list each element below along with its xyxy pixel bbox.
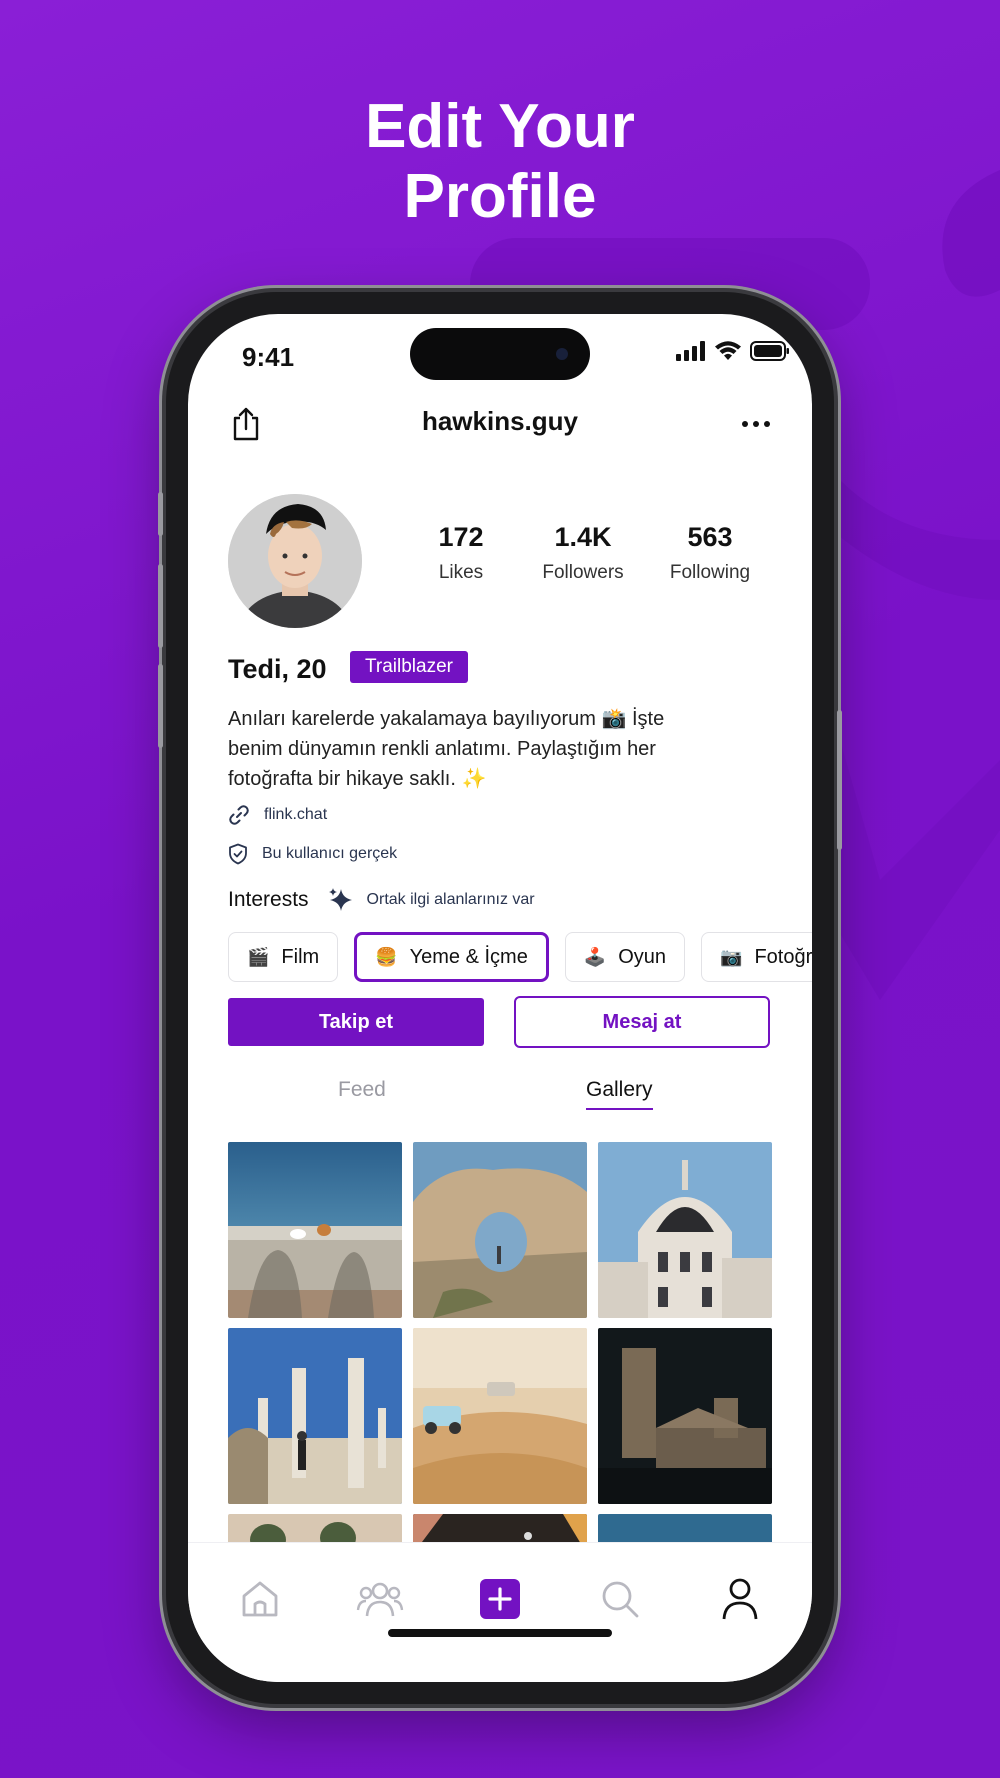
- add-icon: [480, 1579, 520, 1619]
- interest-chips: 🎬 Film 🍔 Yeme & İçme 🕹️ Oyun 📷 Fotoğraf: [228, 932, 812, 982]
- nav-add[interactable]: [470, 1569, 530, 1629]
- interests-note: Ortak ilgi alanlarınız var: [366, 891, 535, 908]
- nav-friends[interactable]: [350, 1569, 410, 1629]
- headline-line-2: Profile: [403, 162, 597, 231]
- interests-title: Interests: [228, 888, 309, 911]
- rock-arch-photo: [413, 1142, 587, 1318]
- stat-label: Likes: [438, 562, 484, 583]
- camera-icon: 📷: [720, 946, 743, 967]
- night-tower-photo: [598, 1328, 772, 1504]
- interests-header: Interests Ortak ilgi alanlarınız var: [228, 886, 535, 914]
- phone-volume-up: [158, 564, 163, 648]
- phone-frame: 9:41 hawkins.guy 172 Likes 1.4K Follower…: [158, 292, 842, 1704]
- nav-home[interactable]: [230, 1569, 290, 1629]
- chip-label: Yeme & İçme: [409, 945, 528, 968]
- sea-wall-photo: [228, 1142, 402, 1318]
- shield-check-icon: [229, 843, 247, 865]
- phone-screen: 9:41 hawkins.guy 172 Likes 1.4K Follower…: [188, 314, 812, 1682]
- message-button[interactable]: Mesaj at: [514, 996, 770, 1048]
- gallery-photo[interactable]: [598, 1328, 772, 1504]
- search-icon: [602, 1581, 639, 1618]
- battery-icon: [750, 341, 789, 361]
- signal-icon: [676, 341, 705, 361]
- verified-row: Bu kullanıcı gerçek: [228, 843, 397, 865]
- status-icons: [676, 340, 790, 362]
- avatar[interactable]: [228, 494, 362, 628]
- bio-line: Anıları karelerde yakalamaya bayılıyorum…: [228, 708, 665, 730]
- link-text: flink.chat: [264, 806, 328, 823]
- follow-button[interactable]: Takip et: [228, 998, 484, 1046]
- phone-volume-down: [158, 664, 163, 748]
- more-icon: [742, 421, 770, 427]
- chip-photography[interactable]: 📷 Fotoğraf: [701, 932, 812, 982]
- gallery-photo[interactable]: [598, 1142, 772, 1318]
- stat-value: 563: [687, 522, 733, 552]
- nav-search[interactable]: [590, 1569, 650, 1629]
- joystick-icon: 🕹️: [583, 946, 607, 967]
- gallery-photo[interactable]: [228, 1142, 402, 1318]
- gallery-photo[interactable]: [413, 1142, 587, 1318]
- chip-food-drink[interactable]: 🍔 Yeme & İçme: [354, 932, 549, 982]
- stat-value: 1.4K: [554, 522, 612, 552]
- chip-label: Film: [281, 945, 320, 968]
- wifi-icon: [715, 341, 741, 360]
- stat-followers[interactable]: 1.4K Followers: [512, 520, 654, 584]
- clapper-icon: 🎬: [247, 946, 270, 967]
- username: hawkins.guy: [421, 406, 579, 436]
- headline: Edit Your Profile: [0, 92, 1000, 232]
- ornate-building-photo: [598, 1142, 772, 1318]
- home-icon: [242, 1581, 278, 1617]
- verified-text: Bu kullanıcı gerçek: [262, 845, 398, 862]
- trailblazer-badge: Trailblazer: [350, 651, 468, 683]
- desert-jeeps-photo: [413, 1328, 587, 1504]
- bottom-navigation: [188, 1542, 812, 1682]
- phone-power-button: [837, 710, 842, 850]
- home-indicator: [388, 1629, 612, 1637]
- stat-label: Following: [669, 562, 751, 583]
- nav-profile[interactable]: [710, 1569, 770, 1629]
- ancient-columns-photo: [228, 1328, 402, 1504]
- friends-icon: [356, 1582, 404, 1617]
- tab-gallery[interactable]: Gallery: [586, 1078, 653, 1110]
- phone-side-button: [158, 492, 163, 536]
- stat-following[interactable]: 563 Following: [654, 520, 766, 584]
- profile-link[interactable]: flink.chat: [228, 804, 327, 826]
- bio-line: fotoğrafta bir hikaye saklı. ✨: [228, 768, 487, 790]
- display-name: Tedi, 20: [228, 654, 327, 684]
- more-button[interactable]: [734, 402, 778, 446]
- tab-feed[interactable]: Feed: [338, 1078, 386, 1102]
- status-time: 9:41: [242, 342, 295, 372]
- bio-line: benim dünyamın renkli anlatımı. Paylaştı…: [228, 738, 656, 760]
- stat-label: Followers: [542, 562, 624, 583]
- chip-film[interactable]: 🎬 Film: [228, 932, 339, 982]
- dynamic-island: [410, 328, 590, 380]
- chip-label: Fotoğraf: [754, 945, 812, 968]
- chip-label: Oyun: [618, 945, 667, 968]
- gallery-photo[interactable]: [413, 1328, 587, 1504]
- profile-icon: [722, 1578, 758, 1620]
- bio: Anıları karelerde yakalamaya bayılıyorum…: [228, 704, 768, 794]
- sparkle-icon: [328, 888, 352, 911]
- stat-value: 172: [438, 522, 484, 552]
- gallery-photo[interactable]: [228, 1328, 402, 1504]
- profile-header: hawkins.guy: [188, 384, 812, 464]
- link-icon: [229, 805, 249, 825]
- stat-likes[interactable]: 172 Likes: [410, 520, 512, 584]
- profile-stats: 172 Likes 1.4K Followers 563 Following: [410, 520, 790, 584]
- burger-icon: 🍔: [375, 946, 398, 967]
- camera-dot: [556, 348, 568, 360]
- avatar-image: [228, 494, 362, 628]
- headline-line-1: Edit Your: [365, 92, 635, 161]
- chip-game[interactable]: 🕹️ Oyun: [564, 932, 686, 982]
